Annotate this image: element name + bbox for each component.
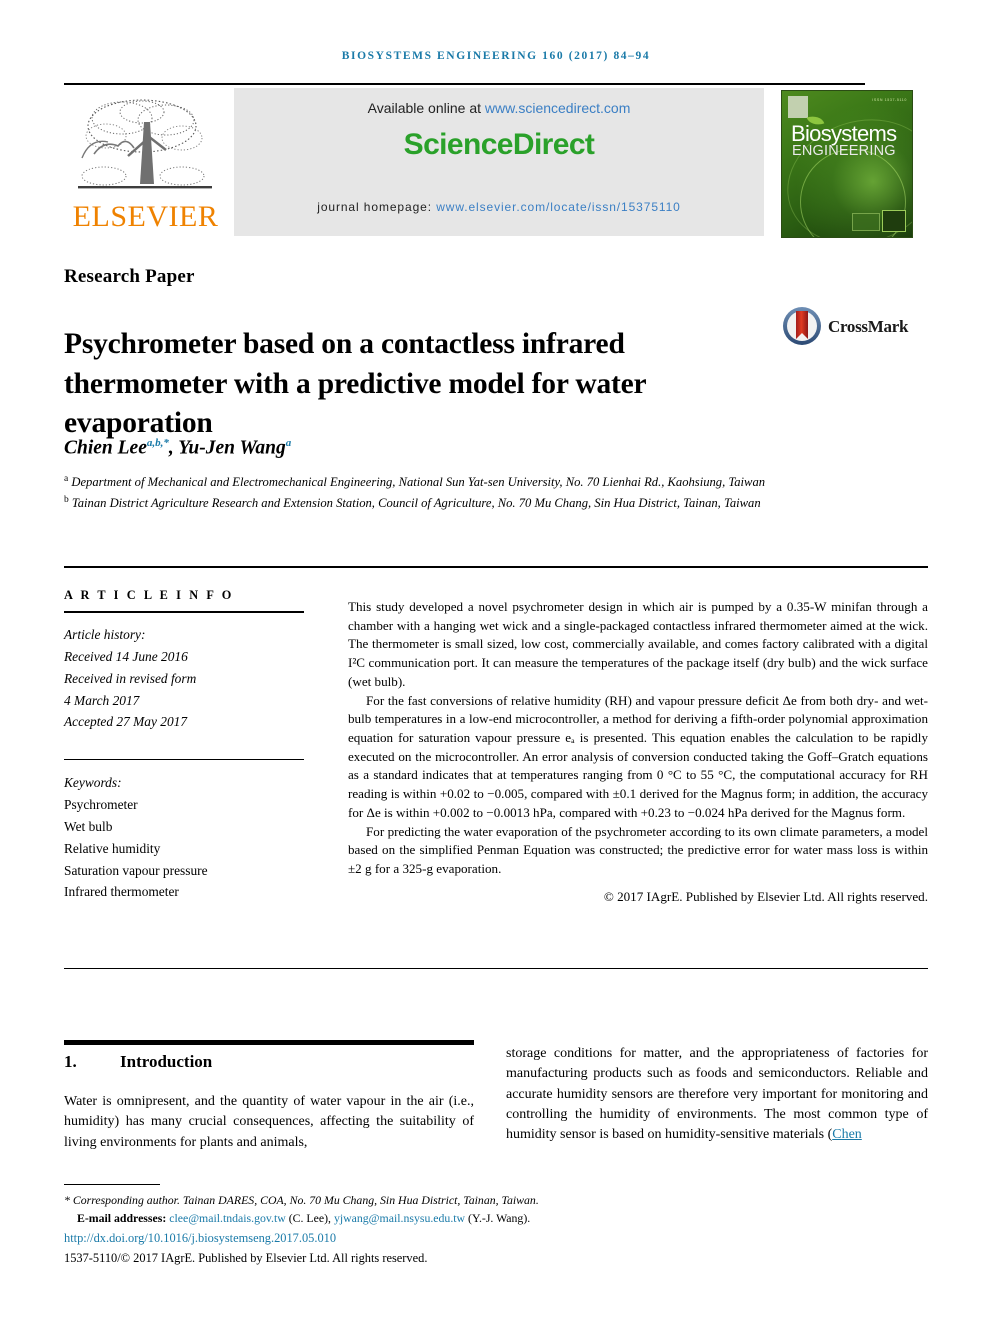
available-online-text: Available online at: [367, 100, 485, 116]
crossmark-icon: [783, 307, 821, 345]
body-column-right: storage conditions for matter, and the a…: [506, 1044, 928, 1145]
doi-link[interactable]: http://dx.doi.org/10.1016/j.biosystemsen…: [64, 1229, 934, 1248]
author-name-2: Yu-Jen Wang: [178, 437, 286, 459]
section-number: 1.: [64, 1052, 77, 1071]
email-link-2[interactable]: yjwang@mail.nsysu.edu.tw: [334, 1211, 465, 1225]
keyword-item: Wet bulb: [64, 818, 113, 834]
article-history-item: Received 14 June 2016: [64, 648, 188, 664]
journal-homepage-link[interactable]: www.elsevier.com/locate/issn/15375110: [436, 200, 681, 214]
email-link-1[interactable]: clee@mail.tndais.gov.tw: [169, 1211, 286, 1225]
corresponding-author-note: * Corresponding author. Tainan DARES, CO…: [64, 1193, 539, 1207]
page-title: Psychrometer based on a contactless infr…: [64, 327, 646, 440]
keywords-label: Keywords:: [64, 775, 122, 791]
body-right-text: storage conditions for matter, and the a…: [506, 1046, 928, 1143]
article-history-item: Received in revised form: [64, 670, 197, 686]
sciencedirect-logo-text: ScienceDirect: [403, 128, 595, 161]
author-list: Chien Leea,b,*, Yu-Jen Wanga: [64, 437, 292, 459]
affiliation-b: b Tainan District Agriculture Research a…: [64, 493, 864, 513]
cover-logo-badge-icon: [882, 210, 906, 232]
body-column-left: Water is omnipresent, and the quantity o…: [64, 1094, 474, 1150]
keyword-item: Relative humidity: [64, 840, 161, 856]
elsevier-tree-icon: [78, 99, 212, 189]
crossmark-label: CrossMark: [828, 317, 909, 336]
author-name-1: Chien Lee: [64, 437, 147, 459]
abstract-paragraph: For the fast conversions of relative hum…: [348, 692, 928, 820]
article-history-item: 4 March 2017: [64, 692, 140, 708]
journal-article-page: BIOSYSTEMS ENGINEERING 160 (2017) 84–94: [0, 0, 992, 1323]
journal-masthead: ELSEVIER Available online at www.science…: [64, 88, 928, 238]
sciencedirect-link[interactable]: www.sciencedirect.com: [485, 100, 631, 116]
journal-cover-image: ISSN 1537-5110 Biosystems ENGINEERING: [781, 90, 913, 238]
affiliation-a: a Department of Mechanical and Electrome…: [64, 472, 864, 492]
citation-link[interactable]: Chen: [832, 1127, 862, 1142]
keyword-item: Saturation vapour pressure: [64, 862, 208, 878]
article-history-label: Article history:: [64, 627, 146, 642]
footnote-rule: [64, 1184, 160, 1185]
author-marks-1: a,b,*: [146, 437, 169, 449]
email-owner-2: (Y.-J. Wang).: [468, 1210, 531, 1225]
cover-title-line2: ENGINEERING: [792, 143, 896, 159]
journal-cover: ISSN 1537-5110 Biosystems ENGINEERING: [771, 88, 928, 238]
keywords-divider: [64, 759, 304, 761]
abstract-paragraph: For predicting the water evaporation of …: [348, 823, 928, 877]
article-history: Article history: Received 14 June 2016 R…: [64, 624, 316, 733]
section-title: Introduction: [120, 1052, 213, 1071]
article-info-divider: [64, 611, 304, 613]
article-info-top-rule: [64, 566, 928, 568]
elsevier-wordmark: ELSEVIER: [72, 200, 219, 233]
footnote-block: * Corresponding author. Tainan DARES, CO…: [64, 1192, 934, 1268]
author-marks-2: a: [285, 437, 292, 449]
affiliation-list: a Department of Mechanical and Electrome…: [64, 472, 864, 515]
elsevier-logo: ELSEVIER: [64, 88, 227, 236]
available-online-line: Available online at www.sciencedirect.co…: [234, 100, 764, 116]
running-head: BIOSYSTEMS ENGINEERING 160 (2017) 84–94: [341, 50, 651, 62]
email-addresses-label: E-mail addresses:: [77, 1210, 167, 1225]
section-heading-rule: [64, 1040, 474, 1045]
article-info-column: A R T I C L E I N F O Article history: R…: [64, 588, 316, 903]
body-top-rule: [64, 968, 928, 969]
crossmark-badge[interactable]: CrossMark: [782, 306, 912, 348]
abstract-copyright: © 2017 IAgrE. Published by Elsevier Ltd.…: [603, 888, 928, 904]
cover-elsevier-badge-icon: [788, 96, 808, 118]
sciencedirect-band: Available online at www.sciencedirect.co…: [234, 88, 764, 236]
email-addresses-note: E-mail addresses: clee@mail.tndais.gov.t…: [77, 1210, 934, 1228]
keyword-item: Psychrometer: [64, 797, 138, 813]
masthead-top-rule: [64, 83, 865, 85]
section-heading: 1. Introduction: [64, 1052, 474, 1072]
affiliation-mark-b: b: [64, 495, 69, 506]
article-info-heading: A R T I C L E I N F O: [64, 588, 234, 602]
journal-homepage-label: journal homepage:: [317, 200, 437, 214]
abstract: This study developed a novel psychromete…: [348, 598, 928, 907]
cover-corner-text: ISSN 1537-5110: [872, 98, 907, 102]
sciencedirect-logo: ScienceDirect: [234, 128, 764, 162]
email-owner-1: (C. Lee),: [288, 1210, 331, 1225]
journal-homepage-line: journal homepage: www.elsevier.com/locat…: [234, 200, 764, 214]
article-history-item: Accepted 27 May 2017: [64, 714, 188, 730]
affiliation-text-b: Tainan District Agriculture Research and…: [71, 496, 761, 511]
keyword-item: Infrared thermometer: [64, 884, 179, 900]
cover-footer-badge-icon: [852, 213, 880, 231]
article-type-label: Research Paper: [64, 266, 195, 287]
keyword-list: Psychrometer Wet bulb Relative humidity …: [64, 794, 316, 903]
affiliation-text-a: Department of Mechanical and Electromech…: [71, 475, 766, 490]
issn-copyright-line: 1537-5110/© 2017 IAgrE. Published by Els…: [64, 1250, 428, 1265]
abstract-paragraph: This study developed a novel psychromete…: [348, 599, 928, 689]
affiliation-mark-a: a: [64, 474, 69, 484]
